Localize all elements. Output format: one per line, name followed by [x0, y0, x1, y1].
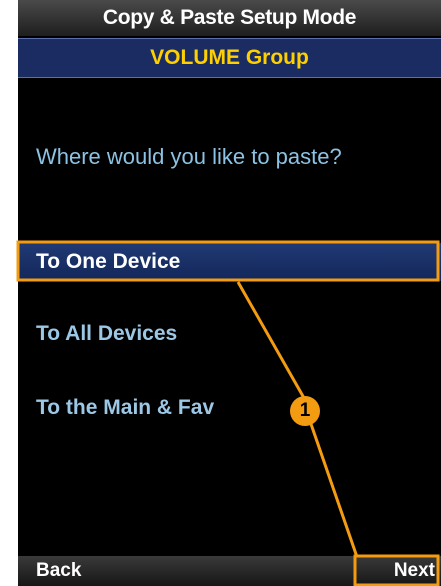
- menu-item-to-all-devices[interactable]: To All Devices: [18, 315, 441, 353]
- menu-item-to-main-and-fav[interactable]: To the Main & Fav: [18, 389, 441, 427]
- softkey-bar: Back Next: [18, 556, 441, 586]
- paste-prompt: Where would you like to paste?: [36, 144, 342, 169]
- menu-item-to-one-device[interactable]: To One Device: [18, 243, 441, 281]
- group-title: VOLUME Group: [150, 46, 309, 69]
- menu-item-label: To All Devices: [36, 322, 178, 345]
- screen-title: Copy & Paste Setup Mode: [102, 6, 357, 29]
- back-softkey[interactable]: Back: [36, 560, 81, 582]
- menu-item-label: To One Device: [36, 250, 181, 273]
- group-bar: VOLUME Group: [18, 38, 441, 78]
- title-bar: Copy & Paste Setup Mode: [18, 0, 441, 36]
- next-softkey[interactable]: Next: [394, 560, 435, 582]
- device-screen: Copy & Paste Setup Mode VOLUME Group Whe…: [18, 0, 441, 586]
- callout-number-badge: 1: [290, 396, 320, 426]
- menu-item-label: To the Main & Fav: [36, 396, 215, 419]
